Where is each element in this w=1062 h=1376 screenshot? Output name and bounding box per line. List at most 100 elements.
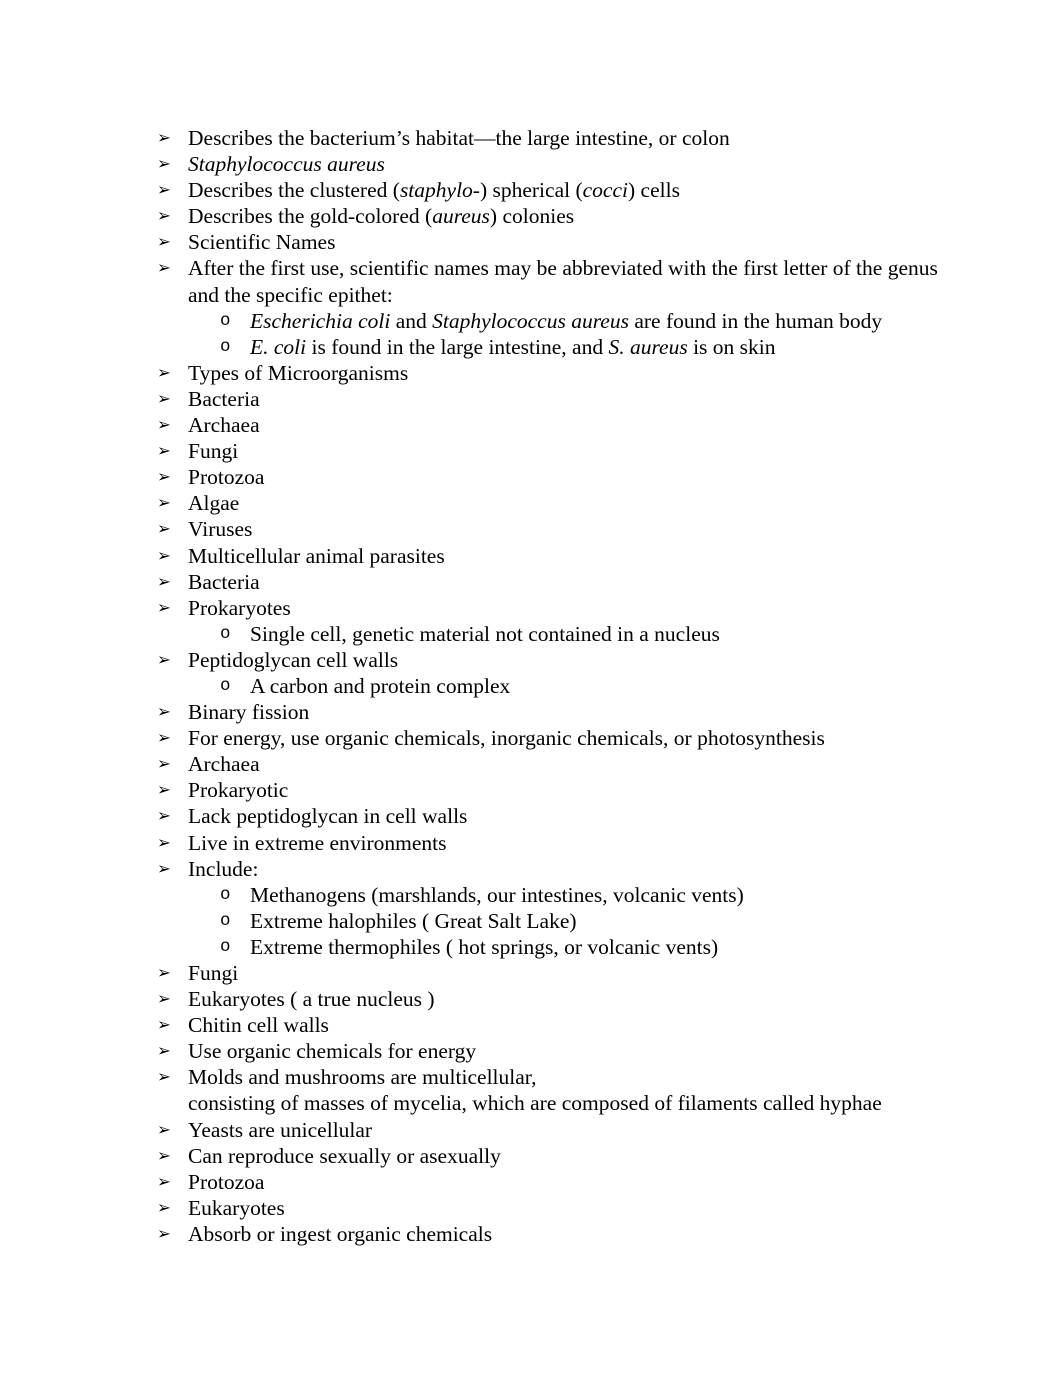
outline-item-text: Eukaryotes [188,1195,285,1220]
circle-bullet-icon: o [220,884,231,905]
outline-item-text: After the first use, scientific names ma… [188,256,938,307]
arrow-bullet-icon: ➢ [157,597,171,617]
arrow-bullet-icon: ➢ [157,128,171,147]
outline-item-bacteria-2: ➢ Bacteria [0,569,1062,595]
outline-item-ecoli-saureus-human-body: o Escherichia coli and Staphylococcus aur… [0,308,1062,334]
outline-item-text: Extreme thermophiles ( hot springs, or v… [250,934,719,959]
outline-item-text: Archaea [188,752,260,777]
arrow-bullet-icon: ➢ [157,989,171,1009]
outline-item-ecoli-intestine-saureus-skin: o E. coli is found in the large intestine… [0,334,1062,360]
outline-item-text: Bacteria [188,569,260,594]
outline-list: ➢ Describes the bacterium’s habitat—the l… [0,125,1062,1247]
outline-item-text: Algae [188,491,240,516]
outline-item-eukaryotes-2: ➢ Eukaryotes [0,1195,1062,1221]
arrow-bullet-icon: ➢ [157,154,171,174]
outline-item-text: Describes the bacterium’s habitat—the la… [188,126,730,150]
arrow-bullet-icon: ➢ [157,441,171,461]
outline-item-text: Scientific Names [188,230,336,255]
arrow-bullet-icon: ➢ [157,963,171,982]
outline-item-gold-colored-colonies: ➢ Describes the gold-colored (aureus) col… [0,203,1062,229]
outline-item-chitin-cell-walls: ➢ Chitin cell walls [0,1012,1062,1038]
arrow-bullet-icon: ➢ [157,780,171,800]
outline-item-clustered-cocci-cells: ➢ Describes the clustered (staphylo-) sph… [0,177,1062,203]
outline-item-text: Chitin cell walls [188,1013,329,1038]
outline-item-single-cell-no-nucleus: o Single cell, genetic material not conta… [0,621,1062,647]
outline-item-archaea-2: ➢ Archaea [0,751,1062,777]
arrow-bullet-icon: ➢ [157,1171,171,1191]
outline-item-types-of-microorganisms: ➢ Types of Microorganisms [0,360,1062,386]
outline-item-molds-mushrooms-multicellular: ➢ Molds and mushrooms are multicellular, c… [0,1064,1062,1116]
arrow-bullet-icon: ➢ [157,649,171,669]
outline-item-text: Eukaryotes ( a true nucleus ) [188,987,435,1012]
outline-item-text: Use organic chemicals for energy [188,1039,477,1064]
outline-item-use-organic-chemicals-energy: ➢ Use organic chemicals for energy [0,1038,1062,1064]
outline-item-text: For energy, use organic chemicals, inorg… [188,726,825,751]
outline-item-text: Peptidoglycan cell walls [188,647,399,672]
circle-bullet-icon: o [220,336,231,357]
outline-item-text: Single cell, genetic material not contai… [250,621,720,646]
arrow-bullet-icon: ➢ [157,702,171,722]
outline-item-text: Viruses [188,517,253,542]
outline-item-text: Lack peptidoglycan in cell walls [188,804,468,829]
arrow-bullet-icon: ➢ [157,415,171,435]
arrow-bullet-icon: ➢ [157,467,171,487]
arrow-bullet-icon: ➢ [157,728,171,748]
outline-item-text: Live in extreme environments [188,830,447,855]
outline-item-fungi-1: ➢ Fungi [0,438,1062,464]
arrow-bullet-icon: ➢ [157,206,171,226]
arrow-bullet-icon: ➢ [157,1223,171,1243]
outline-item-text: Archaea [188,413,260,438]
arrow-bullet-icon: ➢ [157,388,171,408]
arrow-bullet-icon: ➢ [157,493,171,513]
outline-item-text: Bacteria [188,386,260,411]
outline-item-bacteria-1: ➢ Bacteria [0,386,1062,412]
circle-bullet-icon: o [220,910,231,931]
outline-item-staphylococcus-aureus: ➢ Staphylococcus aureus [0,151,1062,177]
outline-item-text: Fungi [188,439,239,464]
outline-item-protozoa-1: ➢ Protozoa [0,464,1062,490]
arrow-bullet-icon: ➢ [157,571,171,591]
outline-item-reproduce-sexually-asexually: ➢ Can reproduce sexually or asexually [0,1143,1062,1169]
outline-item-text: Protozoa [188,465,265,490]
outline-item-text: Molds and mushrooms are multicellular, co… [188,1065,882,1116]
outline-item-lack-peptidoglycan: ➢ Lack peptidoglycan in cell walls [0,803,1062,829]
outline-item-text: Escherichia coli and Staphylococcus aure… [250,308,883,333]
outline-item-text: Describes the gold-colored (aureus) colo… [188,204,575,229]
outline-item-text: Prokaryotes [188,595,291,620]
arrow-bullet-icon: ➢ [157,806,171,826]
outline-item-text: Extreme halophiles ( Great Salt Lake) [250,908,577,933]
outline-item-include: ➢ Include: [0,856,1062,882]
outline-item-text: A carbon and protein complex [250,673,511,698]
outline-item-energy-sources: ➢ For energy, use organic chemicals, inor… [0,725,1062,751]
arrow-bullet-icon: ➢ [157,519,171,539]
outline-item-text: Fungi [188,961,239,985]
outline-item-extreme-halophiles: o Extreme halophiles ( Great Salt Lake) [0,908,1062,934]
outline-item-methanogens: o Methanogens (marshlands, our intestines… [0,882,1062,908]
outline-item-habitat-colon: ➢ Describes the bacterium’s habitat—the l… [0,125,1062,151]
outline-item-yeasts-unicellular: ➢ Yeasts are unicellular [0,1117,1062,1143]
outline-item-text: Can reproduce sexually or asexually [188,1143,501,1168]
arrow-bullet-icon: ➢ [157,754,171,774]
circle-bullet-icon: o [220,675,231,696]
outline-item-protozoa-2: ➢ Protozoa [0,1169,1062,1195]
arrow-bullet-icon: ➢ [157,232,171,252]
outline-item-viruses: ➢ Viruses [0,516,1062,542]
arrow-bullet-icon: ➢ [157,1067,171,1087]
arrow-bullet-icon: ➢ [157,1197,171,1217]
outline-item-text: Protozoa [188,1169,265,1194]
circle-bullet-icon: o [220,623,231,644]
circle-bullet-icon: o [220,936,231,957]
outline-item-text: Methanogens (marshlands, our intestines,… [250,882,744,907]
outline-item-text: Multicellular animal parasites [188,543,445,568]
outline-item-prokaryotic: ➢ Prokaryotic [0,777,1062,803]
outline-item-archaea-1: ➢ Archaea [0,412,1062,438]
arrow-bullet-icon: ➢ [157,1015,171,1035]
outline-item-text: Staphylococcus aureus [188,152,385,177]
outline-item-text: Describes the clustered (staphylo-) sphe… [188,178,680,203]
arrow-bullet-icon: ➢ [157,1119,171,1139]
circle-bullet-icon: o [220,310,231,331]
outline-item-peptidoglycan-cell-walls: ➢ Peptidoglycan cell walls [0,647,1062,673]
outline-item-multicellular-animal-parasites: ➢ Multicellular animal parasites [0,543,1062,569]
outline-item-prokaryotes: ➢ Prokaryotes [0,595,1062,621]
outline-item-fungi-2: ➢ Fungi [0,960,1062,986]
